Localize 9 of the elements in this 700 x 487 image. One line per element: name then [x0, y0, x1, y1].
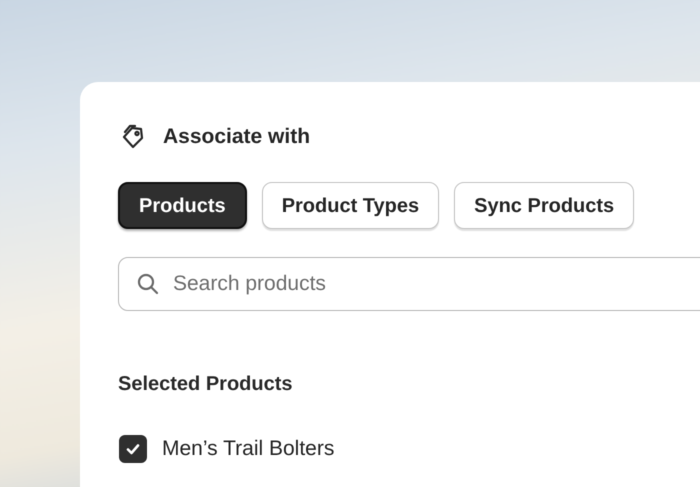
section-heading: Selected Products: [118, 372, 294, 397]
filter-tab[interactable]: Sync Products: [454, 182, 634, 229]
checkbox[interactable]: [119, 434, 147, 463]
search-field[interactable]: Search products: [118, 257, 700, 311]
item-label: Men’s Trail Bolters: [162, 436, 334, 462]
search-icon: [136, 272, 160, 296]
panel-title: Associate with: [163, 124, 310, 150]
filter-tab[interactable]: Products: [118, 182, 247, 229]
filter-tab[interactable]: Product Types: [262, 182, 440, 229]
